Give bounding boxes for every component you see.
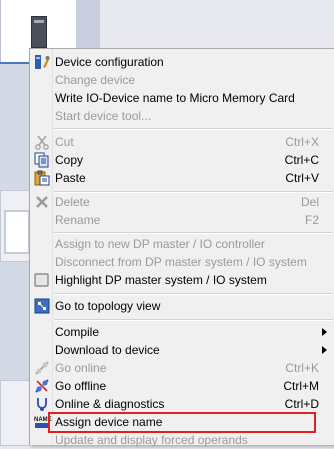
menu-item-shortcut: Ctrl+M xyxy=(283,379,319,393)
online-diagnostics-icon xyxy=(34,396,50,412)
menu-item-go-to-topology-view[interactable]: Go to topology view xyxy=(30,297,334,315)
menu-item-label: Download to device xyxy=(55,343,160,357)
menu-item-device-configuration[interactable]: Device configuration xyxy=(30,53,334,71)
menu-item-shortcut: F2 xyxy=(304,213,319,227)
menu-item-label: Start device tool... xyxy=(55,109,152,123)
menu-item-highlight-dp-master[interactable]: Highlight DP master system / IO system xyxy=(30,271,334,289)
delete-icon xyxy=(34,194,50,210)
menu-item-copy[interactable]: Copy Ctrl+C xyxy=(30,151,334,169)
device-icon xyxy=(31,16,47,48)
scissors-icon xyxy=(34,134,50,150)
menu-item-rename[interactable]: Rename F2 xyxy=(30,211,334,229)
menu-item-update-forced-operands[interactable]: Update and display forced operands xyxy=(30,431,334,449)
menu-item-shortcut: Del xyxy=(300,195,319,209)
menu-item-shortcut: Ctrl+X xyxy=(285,135,319,149)
menu-item-compile[interactable]: Compile xyxy=(30,323,334,341)
menu-item-label: Delete xyxy=(55,195,90,209)
menu-item-cut[interactable]: Cut Ctrl+X xyxy=(30,133,334,151)
submenu-arrow-icon xyxy=(322,328,327,336)
menu-item-label: Compile xyxy=(55,325,100,339)
menu-item-disconnect-dp-master[interactable]: Disconnect from DP master system / IO sy… xyxy=(30,253,334,271)
menu-item-label: Cut xyxy=(55,135,74,149)
paste-icon xyxy=(34,170,50,186)
device-box-2[interactable] xyxy=(4,210,30,254)
menu-item-label: Go offline xyxy=(55,379,107,393)
go-offline-icon xyxy=(34,378,50,394)
menu-separator xyxy=(54,319,333,321)
context-menu: Device configuration Change device Write… xyxy=(29,48,334,447)
menu-item-go-online[interactable]: Go online Ctrl+K xyxy=(30,359,334,377)
highlight-icon xyxy=(34,272,50,288)
menu-item-shortcut: Ctrl+C xyxy=(284,153,319,167)
menu-item-download-to-device[interactable]: Download to device xyxy=(30,341,334,359)
menu-item-label: Change device xyxy=(55,73,136,87)
menu-item-online-diagnostics[interactable]: Online & diagnostics Ctrl+D xyxy=(30,395,334,413)
menu-item-label: Update and display forced operands xyxy=(55,433,248,447)
menu-item-label: Copy xyxy=(55,153,84,167)
menu-item-label: Write IO-Device name to Micro Memory Car… xyxy=(55,91,295,105)
menu-item-shortcut: Ctrl+D xyxy=(284,397,319,411)
menu-item-label: Go online xyxy=(55,361,107,375)
menu-separator xyxy=(54,293,333,295)
menu-separator xyxy=(54,232,333,234)
menu-item-assign-new-dp-master[interactable]: Assign to new DP master / IO controller xyxy=(30,235,334,253)
topology-icon xyxy=(34,298,50,314)
menu-item-start-device-tool[interactable]: Start device tool... xyxy=(30,107,334,125)
menu-item-label: Online & diagnostics xyxy=(55,397,165,411)
menu-item-go-offline[interactable]: Go offline Ctrl+M xyxy=(30,377,334,395)
menu-item-label: Disconnect from DP master system / IO sy… xyxy=(55,255,307,269)
menu-separator xyxy=(54,128,333,130)
go-online-icon xyxy=(34,360,50,376)
highlight-box xyxy=(48,412,316,433)
menu-item-label: Rename xyxy=(55,213,101,227)
menu-item-shortcut: Ctrl+K xyxy=(285,361,319,375)
menu-item-shortcut: Ctrl+V xyxy=(285,171,319,185)
menu-item-delete[interactable]: Delete Del xyxy=(30,193,334,211)
device-configuration-icon xyxy=(34,54,50,70)
menu-item-label: Assign to new DP master / IO controller xyxy=(55,237,265,251)
menu-item-label: Device configuration xyxy=(55,55,164,69)
menu-item-paste[interactable]: Paste Ctrl+V xyxy=(30,169,334,187)
menu-item-change-device[interactable]: Change device xyxy=(30,71,334,89)
submenu-arrow-icon xyxy=(322,346,327,354)
device-frame-2 xyxy=(0,380,30,446)
menu-item-label: Highlight DP master system / IO system xyxy=(55,273,267,287)
copy-icon xyxy=(34,152,50,168)
menu-item-label: Paste xyxy=(55,171,86,185)
menu-item-write-io-device-name[interactable]: Write IO-Device name to Micro Memory Car… xyxy=(30,89,334,107)
menu-item-label: Go to topology view xyxy=(55,299,161,313)
